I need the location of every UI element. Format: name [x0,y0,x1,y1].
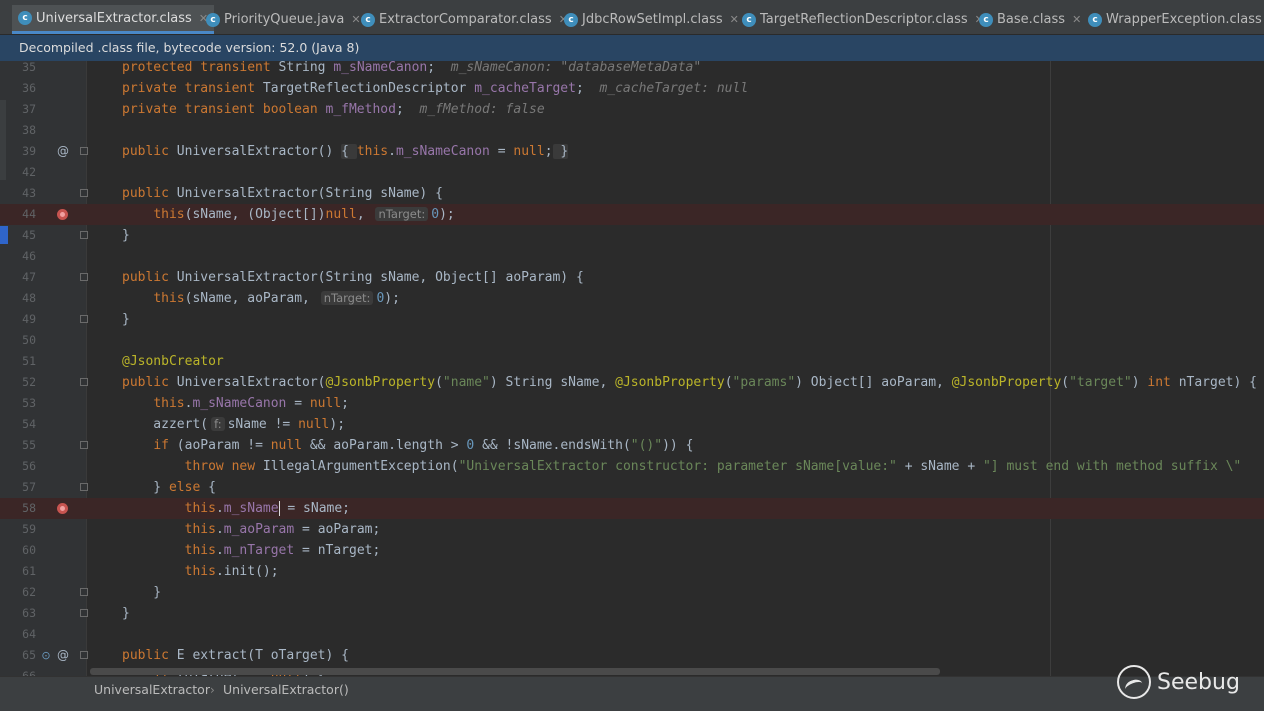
tab-label: ExtractorComparator.class [379,12,552,27]
code-line[interactable]: 53 this.m_sNameCanon = null; [0,393,1264,414]
code-line[interactable]: 57 } else { [0,477,1264,498]
code-editor[interactable]: 35 protected transient String m_sNameCan… [0,61,1264,676]
tab-label: JdbcRowSetImpl.class [582,12,723,27]
horizontal-scrollbar[interactable] [90,668,940,675]
code-line[interactable]: 47 public UniversalExtractor(String sNam… [0,267,1264,288]
breadcrumb-method[interactable]: UniversalExtractor() [223,677,349,703]
code-line[interactable]: 51 @JsonbCreator [0,351,1264,372]
code-line[interactable]: 37 private transient boolean m_fMethod; … [0,99,1264,120]
seebug-watermark: Seebug [1117,663,1240,701]
breakpoint-icon[interactable] [57,503,68,514]
class-file-icon: c [564,12,578,27]
close-icon[interactable]: ✕ [1072,13,1081,26]
tab-targetreflectiondescriptor-class[interactable]: c TargetReflectionDescriptor.class ✕ [736,5,990,34]
fold-marker-icon[interactable] [80,189,88,197]
tab-label: Base.class [997,12,1066,27]
at-sign-icon[interactable]: @ [56,645,70,666]
class-file-icon: c [742,12,756,27]
code-line[interactable]: 56 throw new IllegalArgumentException("U… [0,456,1264,477]
code-line[interactable]: 43 public UniversalExtractor(String sNam… [0,183,1264,204]
fold-marker-icon[interactable] [80,609,88,617]
fold-marker-icon[interactable] [80,147,88,155]
text-caret [278,501,280,516]
code-line[interactable]: 52 public UniversalExtractor(@JsonbPrope… [0,372,1264,393]
tab-extractorcomparator-class[interactable]: c ExtractorComparator.class ✕ [355,5,574,34]
tab-label: WrapperException.class [1106,12,1262,27]
code-line[interactable]: 64 [0,624,1264,645]
tab-base-class[interactable]: c Base.class ✕ [973,5,1087,34]
class-file-icon: c [1088,12,1102,27]
fold-marker-icon[interactable] [80,378,88,386]
tab-jdbcrowsetimpl-class[interactable]: c JdbcRowSetImpl.class ✕ [558,5,745,34]
code-line[interactable]: 42 [0,162,1264,183]
code-line-breakpoint[interactable]: 44 this(sName, (Object[])null, nTarget: 0… [0,204,1264,225]
code-line[interactable]: 49 } [0,309,1264,330]
code-line[interactable]: 54 azzert(f: sName != null); [0,414,1264,435]
class-file-icon: c [361,12,375,27]
seebug-logo-icon [1117,665,1151,699]
breadcrumb: UniversalExtractor › UniversalExtractor(… [0,676,1264,703]
code-line[interactable]: 62 } [0,582,1264,603]
code-line[interactable]: 50 [0,330,1264,351]
code-line[interactable]: 35 protected transient String m_sNameCan… [0,61,1264,78]
tab-label: TargetReflectionDescriptor.class [760,12,968,27]
parameter-hint: f: [211,417,225,431]
editor-tab-bar: c UniversalExtractor.class ✕ c PriorityQ… [0,0,1264,35]
code-line-breakpoint[interactable]: 58 this.m_sName = sName; [0,498,1264,519]
decompiled-file-banner: Decompiled .class file, bytecode version… [0,35,1264,61]
class-file-icon: c [18,11,32,25]
tab-label: UniversalExtractor.class [36,10,192,26]
tab-label: PriorityQueue.java [224,12,345,27]
fold-marker-icon[interactable] [80,483,88,491]
java-file-icon: c [206,12,220,27]
fold-marker-icon[interactable] [80,588,88,596]
code-line[interactable]: 39 @ public UniversalExtractor() { this.… [0,141,1264,162]
tab-priorityqueue-java[interactable]: c PriorityQueue.java ✕ [200,5,367,34]
code-line[interactable]: 63 } [0,603,1264,624]
tab-wrapperexception-class[interactable]: c WrapperException.class [1082,5,1264,34]
fold-marker-icon[interactable] [80,441,88,449]
code-line[interactable]: 46 [0,246,1264,267]
code-line[interactable]: 55 if (aoParam != null && aoParam.length… [0,435,1264,456]
parameter-hint: nTarget: [320,291,374,305]
watermark-text: Seebug [1157,669,1240,695]
parameter-hint: nTarget: [375,207,429,221]
breakpoint-icon[interactable] [57,209,68,220]
code-line[interactable]: 38 [0,120,1264,141]
fold-marker-icon[interactable] [80,231,88,239]
code-line[interactable]: 59 this.m_aoParam = aoParam; [0,519,1264,540]
tab-universalextractor-class[interactable]: c UniversalExtractor.class ✕ [12,5,215,34]
code-line[interactable]: 61 this.init(); [0,561,1264,582]
code-line[interactable]: 36 private transient TargetReflectionDes… [0,78,1264,99]
code-line[interactable]: 65 ⊙ @ public E extract(T oTarget) { [0,645,1264,666]
implemented-method-icon[interactable]: ⊙ [40,645,52,666]
chevron-right-icon: › [210,683,215,697]
code-line[interactable]: 60 this.m_nTarget = nTarget; [0,540,1264,561]
code-line[interactable]: 48 this(sName, aoParam, nTarget: 0); [0,288,1264,309]
at-sign-icon[interactable]: @ [56,141,70,162]
fold-marker-icon[interactable] [80,315,88,323]
breadcrumb-class[interactable]: UniversalExtractor [94,677,210,703]
fold-marker-icon[interactable] [80,273,88,281]
status-bar [0,702,1264,711]
class-file-icon: c [979,12,993,27]
fold-marker-icon[interactable] [80,651,88,659]
code-line[interactable]: 45 } [0,225,1264,246]
